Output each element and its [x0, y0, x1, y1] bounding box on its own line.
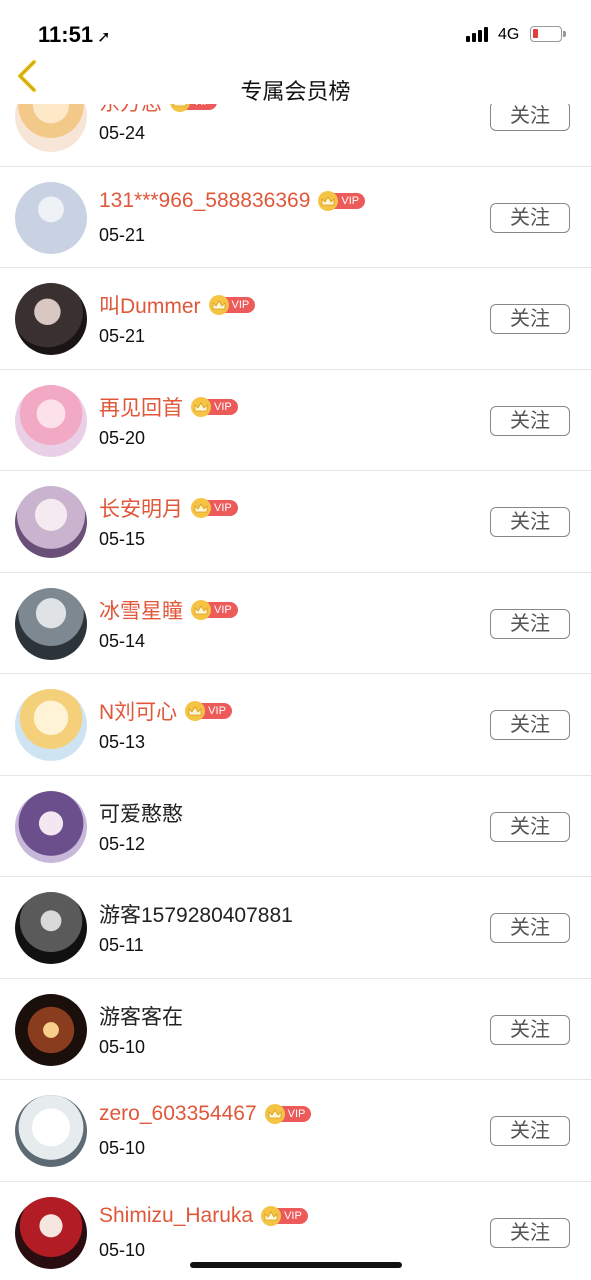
- follow-button[interactable]: 关注: [490, 202, 570, 233]
- name-line: Shimizu_Haruka VIP: [99, 1204, 308, 1228]
- member-name[interactable]: N刘可心: [99, 696, 177, 726]
- vip-badge: VIP: [264, 1104, 312, 1124]
- member-date: 05-12: [99, 833, 146, 854]
- vip-badge: VIP: [191, 498, 238, 518]
- status-time: 11:51 ➚: [38, 22, 110, 48]
- name-line: 游客1579280407881: [99, 899, 293, 929]
- battery-icon: [530, 26, 566, 42]
- nav-bar: 专属会员榜: [0, 60, 591, 104]
- list-item[interactable]: zero_603354467 VIP 05-10 关注: [0, 1080, 591, 1182]
- vip-badge: VIP: [185, 701, 232, 721]
- name-line: 冰雪星瞳 VIP: [99, 595, 238, 625]
- vip-badge: VIP: [191, 599, 238, 620]
- page-title: 专属会员榜: [240, 79, 351, 104]
- member-name[interactable]: 长安明月: [99, 493, 183, 523]
- follow-button[interactable]: 关注: [490, 1217, 570, 1248]
- name-line: 游客客在: [99, 1001, 183, 1031]
- member-date: 05-14: [99, 630, 146, 651]
- list-item[interactable]: 可爱憨憨 05-12 关注: [0, 776, 591, 877]
- location-arrow-icon: ➚: [97, 29, 111, 46]
- avatar[interactable]: [15, 689, 87, 761]
- vip-badge: VIP: [208, 295, 256, 315]
- member-name[interactable]: zero_603354467: [99, 1102, 257, 1126]
- follow-button[interactable]: 关注: [490, 811, 570, 842]
- member-date: 05-21: [99, 224, 146, 245]
- member-name[interactable]: 游客1579280407881: [99, 899, 293, 929]
- avatar[interactable]: [15, 587, 87, 660]
- name-line: 131***966_588836369 VIP: [99, 189, 366, 213]
- follow-button[interactable]: 关注: [490, 1116, 570, 1146]
- member-date: 05-15: [99, 529, 146, 549]
- member-date: 05-21: [99, 326, 146, 346]
- list-item[interactable]: N刘可心 VIP 05-13 关注: [0, 674, 591, 776]
- name-line: zero_603354467 VIP: [99, 1102, 312, 1126]
- follow-button[interactable]: 关注: [490, 608, 570, 639]
- list-item[interactable]: 长安明月 VIP 05-15 关注: [0, 471, 591, 573]
- member-date: 05-11: [99, 935, 144, 955]
- follow-button[interactable]: 关注: [490, 1014, 570, 1045]
- crown-icon: [264, 1104, 285, 1124]
- follow-button[interactable]: 关注: [490, 710, 570, 740]
- name-line: N刘可心 VIP: [99, 696, 232, 726]
- name-line: 叫Dummer VIP: [99, 290, 256, 320]
- follow-button[interactable]: 关注: [490, 913, 570, 943]
- avatar[interactable]: [15, 181, 87, 254]
- member-name[interactable]: 游客客在: [99, 1001, 183, 1031]
- member-name[interactable]: 可爱憨憨: [99, 798, 183, 828]
- time-text: 11:51: [38, 22, 94, 47]
- list-item[interactable]: 游客客在 05-10 关注: [0, 979, 591, 1080]
- avatar[interactable]: [15, 283, 87, 355]
- member-date: 05-10: [99, 1036, 146, 1057]
- avatar[interactable]: [15, 1095, 87, 1167]
- follow-button[interactable]: 关注: [490, 405, 570, 436]
- avatar[interactable]: [15, 384, 87, 457]
- name-line: 可爱憨憨: [99, 798, 183, 828]
- vip-badge: VIP: [261, 1205, 308, 1226]
- crown-icon: [208, 295, 229, 315]
- name-line: 长安明月 VIP: [99, 493, 238, 523]
- member-name[interactable]: 叫Dummer: [99, 290, 201, 320]
- crown-icon: [191, 498, 211, 518]
- member-name[interactable]: Shimizu_Haruka: [99, 1204, 253, 1228]
- member-name[interactable]: 再见回首: [99, 392, 183, 422]
- avatar[interactable]: [15, 486, 87, 558]
- list-item[interactable]: 冰雪星瞳 VIP 05-14 关注: [0, 573, 591, 674]
- crown-icon: [318, 190, 339, 211]
- member-date: 05-10: [99, 1239, 146, 1260]
- signal-icon: [466, 27, 488, 42]
- avatar[interactable]: [15, 790, 87, 863]
- vip-badge: VIP: [318, 190, 366, 211]
- home-indicator: [190, 1262, 402, 1268]
- list-item[interactable]: 131***966_588836369 VIP 05-21 关注: [0, 167, 591, 268]
- list-item[interactable]: 游客1579280407881 05-11 关注: [0, 877, 591, 979]
- list-item[interactable]: 叫Dummer VIP 05-21 关注: [0, 268, 591, 370]
- avatar[interactable]: [15, 892, 87, 964]
- network-type: 4G: [498, 26, 520, 43]
- crown-icon: [191, 599, 211, 620]
- avatar[interactable]: [15, 1196, 87, 1269]
- member-date: 05-13: [99, 732, 146, 752]
- member-date: 05-20: [99, 427, 146, 448]
- status-bar: 11:51 ➚ 4G: [0, 0, 591, 60]
- vip-badge: VIP: [191, 396, 238, 417]
- list-item[interactable]: 再见回首 VIP 05-20 关注: [0, 370, 591, 471]
- crown-icon: [261, 1205, 282, 1226]
- member-name[interactable]: 131***966_588836369: [99, 189, 310, 213]
- member-date: 05-24: [99, 123, 146, 143]
- avatar[interactable]: [15, 993, 87, 1066]
- follow-button[interactable]: 关注: [490, 507, 570, 537]
- member-date: 05-10: [99, 1138, 146, 1158]
- follow-button[interactable]: 关注: [490, 304, 570, 334]
- member-name[interactable]: 冰雪星瞳: [99, 595, 183, 625]
- crown-icon: [191, 396, 211, 417]
- name-line: 再见回首 VIP: [99, 392, 238, 422]
- member-list: 东方恋VIP05-24关注131***966_588836369VIP05-21…: [0, 65, 591, 1280]
